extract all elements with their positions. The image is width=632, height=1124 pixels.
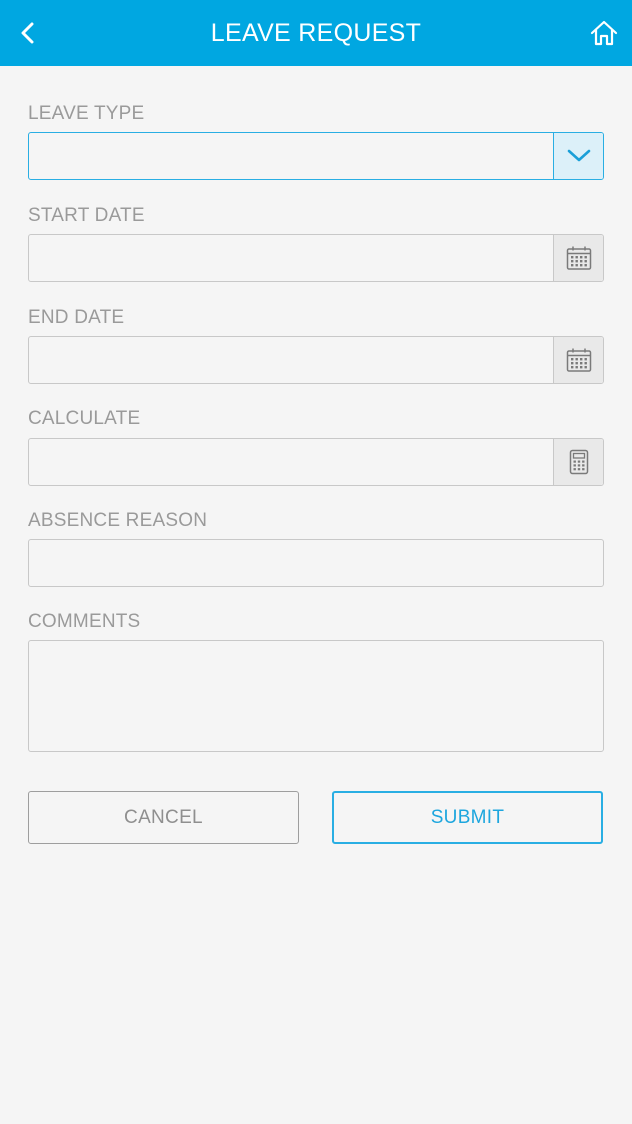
calculate-label: CALCULATE [28,408,141,429]
page-title: LEAVE REQUEST [210,19,422,47]
home-icon [590,20,618,46]
end-date-input[interactable] [29,337,553,383]
start-date-calendar-button[interactable] [553,235,603,281]
calendar-icon [566,348,591,372]
cancel-button[interactable]: CANCEL [28,791,299,844]
end-date-calendar-button[interactable] [553,337,603,383]
start-date-label: START DATE [28,205,145,226]
calculator-icon [569,449,588,475]
submit-button[interactable]: SUBMIT [332,791,603,844]
calendar-icon [566,246,591,270]
absence-reason-input[interactable] [29,540,603,586]
leave-type-label: LEAVE TYPE [28,103,145,124]
chevron-down-icon [567,149,590,162]
comments-textarea[interactable] [28,640,604,752]
end-date-field[interactable] [28,336,604,384]
app-header: LEAVE REQUEST [0,0,632,66]
start-date-input[interactable] [29,235,553,281]
leave-type-select[interactable] [28,132,604,180]
calculate-input[interactable] [29,439,553,485]
leave-type-dropdown-button[interactable] [553,133,603,179]
comments-label: COMMENTS [28,611,141,632]
calculate-button[interactable] [553,439,603,485]
leave-type-input[interactable] [29,133,553,179]
end-date-label: END DATE [28,307,125,328]
start-date-field[interactable] [28,234,604,282]
absence-reason-field[interactable] [28,539,604,587]
absence-reason-label: ABSENCE REASON [28,510,208,531]
home-button[interactable] [584,13,624,53]
calculate-field[interactable] [28,438,604,486]
